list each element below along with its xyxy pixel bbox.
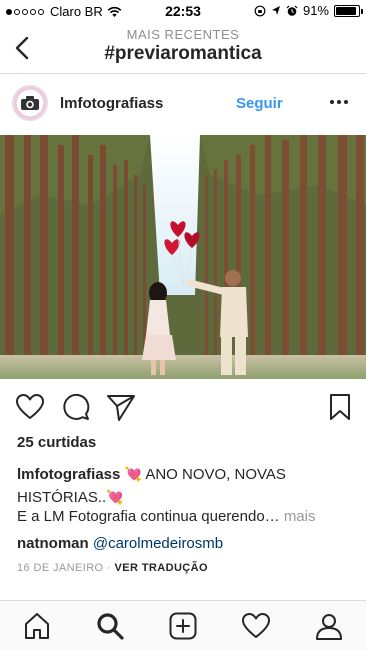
caption-text-2: HISTÓRIAS.. [17,489,107,506]
caption-truncated: E a LM Fotografia continua querendo… mai… [17,508,357,525]
comment-username[interactable]: natnoman [17,535,89,552]
post-username[interactable]: lmfotografiass [60,95,163,112]
heart-arrow-emoji: 💘 [124,466,142,482]
feed-sort-label: MAIS RECENTES [126,27,240,42]
battery-percent: 91% [302,3,329,18]
comment-mention[interactable]: @carolmedeirosmb [93,535,223,552]
send-icon[interactable] [106,392,136,422]
post-header: lmfotografiass Seguir [0,75,366,133]
post-actions [0,380,366,432]
activity-heart-icon[interactable] [241,611,271,641]
hashtag-header: MAIS RECENTES #previaromantica [0,22,366,74]
heart-arrow-emoji-2: 💘 [106,489,124,505]
caption-text-3: E a LM Fotografia continua querendo… [17,508,280,525]
see-translation-link[interactable]: VER TRADUÇÃO [115,562,208,574]
post-meta: 16 DE JANEIRO · VER TRADUÇÃO [17,562,208,574]
post-date: 16 DE JANEIRO [17,562,104,574]
search-icon[interactable] [95,611,125,641]
hashtag-title: #previaromantica [104,43,262,64]
caption-more-link[interactable]: mais [284,508,316,525]
heart-icon[interactable] [15,392,45,422]
bookmark-icon[interactable] [325,392,355,422]
caption-username[interactable]: lmfotografiass [17,466,120,483]
avatar[interactable] [12,85,48,121]
follow-button[interactable]: Seguir [236,95,283,112]
battery-icon [334,4,363,17]
comment-row: natnoman @carolmedeirosmb [17,535,223,552]
camera-logo-icon [21,96,39,110]
caption-text-1: ANO NOVO, NOVAS [145,466,286,483]
more-options-icon[interactable] [330,93,352,111]
alarm-icon [286,5,298,16]
home-icon[interactable] [22,611,52,641]
location-icon [271,6,280,15]
like-count[interactable]: 25 curtidas [17,434,96,451]
post-photo[interactable] [0,135,366,379]
photo-image [0,135,366,379]
post-caption: lmfotografiass 💘 ANO NOVO, NOVAS HISTÓRI… [17,463,357,509]
bottom-tab-bar [0,600,366,650]
profile-icon[interactable] [314,611,344,641]
orientation-lock-icon [254,5,266,16]
add-post-icon[interactable] [168,611,198,641]
battery-level [336,6,357,15]
comment-icon[interactable] [61,392,91,422]
status-bar: Claro BR 22:53 91% [0,0,366,22]
meta-separator: · [106,562,112,574]
status-right: 91% [254,3,363,18]
